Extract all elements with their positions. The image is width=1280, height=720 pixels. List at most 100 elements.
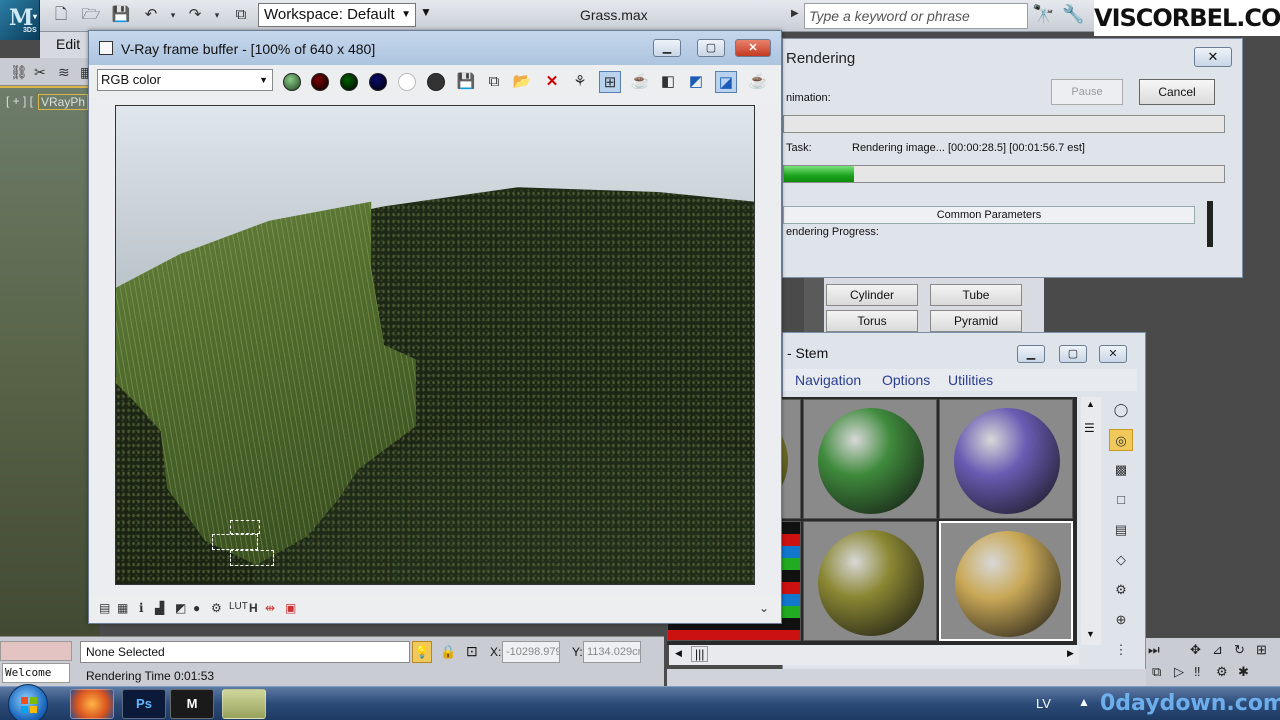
3dsmax-taskbar-icon[interactable]: M xyxy=(170,689,214,719)
show-hidden-icons-icon[interactable]: ▲ xyxy=(1078,695,1090,709)
maximize-button[interactable]: ▢ xyxy=(1059,345,1087,363)
y-coordinate-field[interactable]: 1134.029cm xyxy=(583,641,641,663)
minimize-button[interactable]: ▁ xyxy=(1017,345,1045,363)
scroll-up-icon[interactable]: ▲ xyxy=(1086,399,1095,409)
exposure-icon[interactable]: ● xyxy=(193,601,200,615)
green-channel-icon[interactable] xyxy=(340,73,358,91)
clamp-icon[interactable]: ▣ xyxy=(285,601,296,615)
go-to-end-icon[interactable]: ⏭ xyxy=(1148,642,1160,658)
scroll-thumb-icon[interactable]: ||| xyxy=(691,646,709,662)
save-image-icon[interactable]: 💾 xyxy=(455,71,477,93)
maximize-button[interactable]: ▢ xyxy=(697,39,725,57)
play-icon[interactable]: ▷ xyxy=(1174,664,1184,680)
scroll-right-icon[interactable]: ▶ xyxy=(1067,648,1074,659)
open-file-icon[interactable]: 🗁 xyxy=(80,5,102,25)
menu-utilities[interactable]: Utilities xyxy=(948,372,993,388)
tube-button[interactable]: Tube xyxy=(930,284,1022,306)
firefox-taskbar-icon[interactable] xyxy=(70,689,114,719)
scroll-left-icon[interactable]: ◀ xyxy=(675,648,682,659)
workspace-dropdown[interactable]: Workspace: Default ▼ xyxy=(258,3,416,27)
minimize-button[interactable]: ▁ xyxy=(653,39,681,57)
absolute-mode-icon[interactable]: ⊡ xyxy=(466,643,478,660)
load-image-icon[interactable]: 📂 xyxy=(511,71,533,93)
unlink-icon[interactable]: ✂ xyxy=(34,64,46,81)
cancel-button[interactable]: Cancel xyxy=(1139,79,1215,105)
options-icon[interactable]: ⚙ xyxy=(1109,579,1133,601)
pyramid-button[interactable]: Pyramid xyxy=(930,310,1022,332)
color-correction-icon[interactable]: ◧ xyxy=(657,71,679,93)
redo-dropdown-icon[interactable]: ▾ xyxy=(206,5,228,25)
bind-spacewarp-icon[interactable]: ≋ xyxy=(58,64,70,81)
scroll-down-icon[interactable]: ▼ xyxy=(1086,629,1095,639)
x-coordinate-field[interactable]: -10298.979 xyxy=(502,641,560,663)
search-expand-icon[interactable]: ▶ xyxy=(791,8,799,19)
app-logo[interactable]: M 3DS ▾ xyxy=(0,0,40,40)
ab-compare-b-icon[interactable]: ◪ xyxy=(715,71,737,93)
sample-slot[interactable] xyxy=(803,521,937,641)
quick-access-more-icon[interactable]: ▼ xyxy=(420,5,432,19)
rgb-channel-icon[interactable] xyxy=(283,73,301,91)
menu-edit[interactable]: Edit xyxy=(56,36,80,52)
histogram-icon[interactable]: H xyxy=(249,601,258,615)
expand-icon[interactable]: ⌄ xyxy=(759,601,769,615)
cylinder-button[interactable]: Cylinder xyxy=(826,284,918,306)
material-navigator-icon[interactable]: ⋮ xyxy=(1109,639,1133,661)
pixel-info-icon[interactable]: ▦ xyxy=(117,601,128,615)
close-button[interactable]: ✕ xyxy=(1194,47,1232,67)
torus-button[interactable]: Torus xyxy=(826,310,918,332)
sample-vertical-scrollbar[interactable]: ▲ ☰ ▼ xyxy=(1081,397,1101,645)
srgb-icon[interactable]: ⚙ xyxy=(211,601,222,615)
make-preview-icon[interactable]: ◇ xyxy=(1109,549,1133,571)
maximize-viewport-icon[interactable]: ⊞ xyxy=(1256,642,1267,658)
language-indicator[interactable]: LV xyxy=(1036,696,1051,711)
link-icon[interactable]: ⛓ xyxy=(10,64,28,81)
red-channel-icon[interactable] xyxy=(311,73,329,91)
zoom-icon[interactable]: ✥ xyxy=(1190,642,1201,658)
sample-type-icon[interactable]: ◯ xyxy=(1109,399,1133,421)
common-parameters-rollout[interactable]: Common Parameters xyxy=(783,206,1195,224)
photoshop-taskbar-icon[interactable]: Ps xyxy=(122,689,166,719)
start-button[interactable] xyxy=(8,684,48,720)
binoculars-icon[interactable]: 🔭 xyxy=(1032,4,1054,25)
save-icon[interactable]: 💾 xyxy=(110,5,132,25)
blue-channel-icon[interactable] xyxy=(369,73,387,91)
new-file-icon[interactable]: 🗋 xyxy=(50,5,72,25)
render-history-icon[interactable]: ▤ xyxy=(99,601,110,615)
viewport-menu[interactable]: [ + ] [ xyxy=(6,94,33,108)
levels-icon[interactable]: ▟ xyxy=(155,601,164,615)
scrollbar[interactable] xyxy=(1207,201,1213,247)
search-input[interactable]: Type a keyword or phrase xyxy=(804,3,1028,29)
close-button[interactable]: ✕ xyxy=(1099,345,1127,363)
undo-icon[interactable]: ↶ xyxy=(140,5,162,25)
channel-dropdown[interactable]: RGB color ▼ xyxy=(97,69,273,91)
wrench-icon[interactable]: 🔧 xyxy=(1062,4,1084,25)
maxscript-listener-mini[interactable] xyxy=(0,641,72,661)
lock-selection-icon[interactable]: 🔒 xyxy=(440,644,456,660)
backlight-icon[interactable]: ◎ xyxy=(1109,429,1133,451)
mono-channel-icon[interactable] xyxy=(427,73,445,91)
save-all-channels-icon[interactable]: ⧉ xyxy=(483,71,505,93)
sample-slot[interactable] xyxy=(939,399,1073,519)
sample-uv-icon[interactable]: □ xyxy=(1109,489,1133,511)
sample-horizontal-scrollbar[interactable]: ◀ ||| ▶ xyxy=(669,645,1079,665)
render-image[interactable] xyxy=(115,105,755,585)
close-button[interactable]: ✕ xyxy=(735,39,771,57)
teapot-render-icon[interactable]: ☕ xyxy=(747,71,769,93)
orbit-icon[interactable]: ↻ xyxy=(1234,642,1245,658)
walkthrough-icon[interactable]: ✱ xyxy=(1238,664,1249,680)
key-mode-icon[interactable]: ⧉ xyxy=(1152,664,1161,680)
lut-icon[interactable]: LUT xyxy=(229,601,248,612)
background-icon[interactable]: ▩ xyxy=(1109,459,1133,481)
stereo-icon[interactable]: ⇹ xyxy=(265,601,275,615)
pause-button[interactable]: Pause xyxy=(1051,79,1123,105)
curve-icon[interactable]: ◩ xyxy=(175,601,186,615)
clear-image-icon[interactable]: ✕ xyxy=(541,71,563,93)
sample-slot-selected[interactable] xyxy=(939,521,1073,641)
perspective-viewport[interactable]: [ + ] [ VRayPh z↑└→x xyxy=(0,86,100,695)
menu-navigation[interactable]: Navigation xyxy=(795,372,861,388)
scroll-thumb-icon[interactable]: ☰ xyxy=(1084,421,1095,435)
track-mouse-icon[interactable]: ⚘ xyxy=(569,71,591,93)
isolate-selection-icon[interactable]: 💡 xyxy=(412,641,432,663)
next-key-icon[interactable]: ‼ xyxy=(1194,664,1201,679)
file-explorer-taskbar-icon[interactable] xyxy=(222,689,266,719)
